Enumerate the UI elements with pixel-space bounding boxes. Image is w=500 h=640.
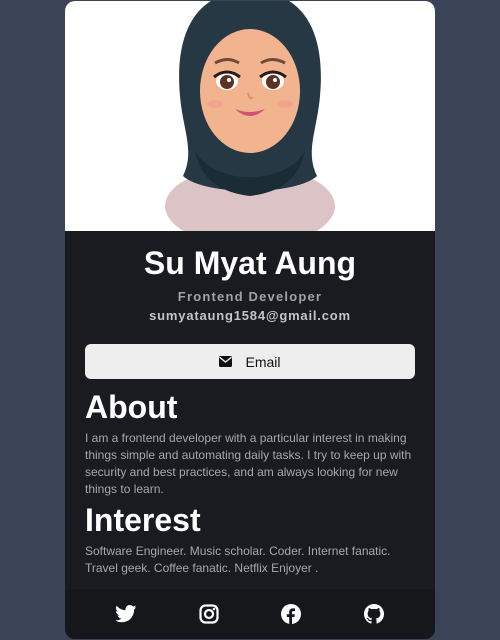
hijab-avatar-illustration xyxy=(165,1,335,231)
envelope-icon xyxy=(219,356,233,367)
email-button-label: Email xyxy=(245,353,281,370)
interest-text: Software Engineer. Music scholar. Coder.… xyxy=(85,544,391,575)
facebook-link[interactable] xyxy=(276,599,306,629)
interest-section: Interest Software Engineer. Music schola… xyxy=(65,502,435,577)
instagram-link[interactable] xyxy=(194,599,224,629)
twitter-icon xyxy=(115,605,137,623)
profile-role: Frontend Developer xyxy=(177,289,323,304)
facebook-icon xyxy=(281,604,302,624)
profile-name: Su Myat Aung xyxy=(143,245,357,281)
instagram-icon xyxy=(199,604,219,624)
avatar xyxy=(65,1,435,231)
social-links-footer xyxy=(65,589,435,639)
twitter-link[interactable] xyxy=(111,599,141,629)
github-link[interactable] xyxy=(359,599,389,629)
github-icon xyxy=(363,604,384,624)
profile-email[interactable]: sumyataung1584@gmail.com xyxy=(65,308,435,324)
about-text: I am a frontend developer with a particu… xyxy=(85,431,412,496)
profile-info: Su Myat Aung Frontend Developer sumyatau… xyxy=(65,231,435,324)
email-button[interactable]: Email xyxy=(85,344,415,379)
about-heading: About xyxy=(85,389,178,425)
about-section: About I am a frontend developer with a p… xyxy=(65,389,435,498)
interest-heading: Interest xyxy=(85,502,201,538)
profile-card: Su Myat Aung Frontend Developer sumyatau… xyxy=(65,1,435,639)
